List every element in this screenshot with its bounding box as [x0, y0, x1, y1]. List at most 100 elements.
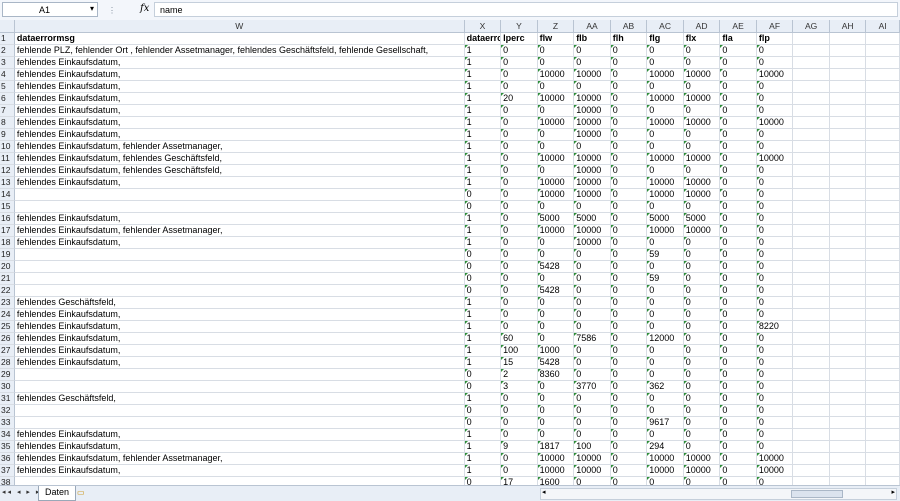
formula-bar-resize-handle[interactable]: ⋮ [108, 6, 117, 15]
table-cell[interactable] [793, 153, 830, 165]
column-header[interactable]: AC [647, 20, 684, 33]
table-cell[interactable]: 0 [720, 417, 757, 429]
table-cell[interactable]: 10000 [683, 453, 721, 465]
table-cell[interactable] [866, 141, 900, 153]
table-cell[interactable]: 0 [647, 321, 684, 333]
table-cell[interactable] [793, 81, 830, 93]
table-cell[interactable]: 0 [756, 261, 794, 273]
table-cell[interactable] [14, 405, 465, 417]
table-cell[interactable]: 10000 [537, 453, 575, 465]
scroll-right-icon[interactable]: ▸ [891, 488, 895, 496]
insert-function-button[interactable]: fx [140, 3, 149, 14]
table-cell[interactable] [866, 465, 900, 477]
table-cell[interactable]: 0 [720, 189, 757, 201]
table-cell[interactable]: 0 [610, 57, 648, 69]
row-header[interactable]: 12 [0, 165, 15, 177]
table-cell[interactable]: 0 [501, 417, 538, 429]
table-cell[interactable]: 1 [464, 357, 502, 369]
table-cell[interactable] [793, 249, 830, 261]
table-cell[interactable] [793, 57, 830, 69]
table-cell[interactable] [793, 417, 830, 429]
table-cell[interactable] [829, 153, 867, 165]
table-cell[interactable]: 0 [464, 369, 502, 381]
table-cell[interactable]: 0 [610, 141, 648, 153]
table-cell[interactable] [829, 105, 867, 117]
table-cell[interactable]: 0 [537, 105, 575, 117]
table-cell[interactable]: 10000 [537, 177, 575, 189]
row-header[interactable]: 27 [0, 345, 15, 357]
row-header[interactable]: 4 [0, 69, 15, 81]
table-cell[interactable]: 10000 [537, 189, 575, 201]
table-cell[interactable]: 0 [720, 297, 757, 309]
table-cell[interactable]: 0 [537, 381, 575, 393]
table-cell[interactable]: 0 [501, 69, 538, 81]
table-cell[interactable]: 0 [756, 81, 794, 93]
table-cell[interactable]: 0 [501, 105, 538, 117]
table-cell[interactable]: 10000 [683, 117, 721, 129]
table-cell[interactable]: 0 [610, 117, 648, 129]
table-cell[interactable]: 0 [647, 309, 684, 321]
table-cell[interactable]: 8220 [756, 321, 794, 333]
column-header[interactable]: W [14, 20, 465, 33]
table-cell[interactable] [793, 429, 830, 441]
table-cell[interactable]: fehlendes Einkaufsdatum, [14, 465, 465, 477]
table-cell[interactable]: fehlendes Einkaufsdatum, fehlender Asset… [14, 453, 465, 465]
table-cell[interactable]: 0 [610, 441, 648, 453]
table-cell[interactable]: 10000 [574, 189, 611, 201]
table-cell[interactable]: 294 [647, 441, 684, 453]
table-cell[interactable] [866, 93, 900, 105]
table-cell[interactable]: 0 [537, 417, 575, 429]
table-cell[interactable]: 0 [610, 225, 648, 237]
row-header[interactable]: 17 [0, 225, 15, 237]
table-cell[interactable] [866, 105, 900, 117]
table-cell[interactable]: 60 [501, 333, 538, 345]
table-cell[interactable]: 0 [683, 369, 721, 381]
table-cell[interactable] [866, 81, 900, 93]
table-cell[interactable] [866, 453, 900, 465]
table-cell[interactable]: fehlendes Einkaufsdatum, [14, 321, 465, 333]
table-cell[interactable]: 10000 [574, 225, 611, 237]
table-cell[interactable]: 0 [720, 345, 757, 357]
table-cell[interactable]: 10000 [683, 93, 721, 105]
table-cell[interactable]: 0 [683, 429, 721, 441]
row-header[interactable]: 1 [0, 33, 15, 45]
table-cell[interactable]: 0 [756, 237, 794, 249]
row-header[interactable]: 18 [0, 237, 15, 249]
table-cell[interactable]: 0 [647, 285, 684, 297]
table-cell[interactable]: 0 [501, 117, 538, 129]
table-cell[interactable]: 0 [610, 45, 648, 57]
table-cell[interactable]: 10000 [574, 237, 611, 249]
table-cell[interactable] [829, 465, 867, 477]
insert-sheet-icon[interactable]: ▭ [77, 488, 89, 498]
row-header[interactable]: 34 [0, 429, 15, 441]
table-cell[interactable] [793, 129, 830, 141]
table-cell[interactable] [793, 45, 830, 57]
table-cell[interactable]: 0 [756, 357, 794, 369]
table-cell[interactable] [793, 69, 830, 81]
table-cell[interactable]: 0 [501, 309, 538, 321]
table-cell[interactable]: 0 [537, 81, 575, 93]
column-header[interactable]: AF [756, 20, 794, 33]
table-cell[interactable]: 0 [720, 165, 757, 177]
table-cell[interactable] [866, 393, 900, 405]
table-cell[interactable]: fehlendes Einkaufsdatum, fehlendes Gesch… [14, 165, 465, 177]
table-cell[interactable] [866, 33, 900, 45]
table-cell[interactable] [866, 57, 900, 69]
table-cell[interactable]: 0 [683, 141, 721, 153]
table-cell[interactable]: 0 [574, 81, 611, 93]
table-cell[interactable] [866, 369, 900, 381]
table-cell[interactable]: 12000 [647, 333, 684, 345]
table-cell[interactable] [829, 393, 867, 405]
table-cell[interactable]: 10000 [574, 69, 611, 81]
table-cell[interactable] [866, 117, 900, 129]
table-cell[interactable] [829, 45, 867, 57]
table-cell[interactable] [793, 381, 830, 393]
table-cell[interactable]: 0 [574, 201, 611, 213]
row-header[interactable]: 28 [0, 357, 15, 369]
table-cell[interactable]: 10000 [574, 129, 611, 141]
table-cell[interactable]: 20 [501, 93, 538, 105]
table-cell[interactable]: 0 [610, 93, 648, 105]
horizontal-scrollbar[interactable]: ◂ ▸ [540, 488, 897, 500]
table-cell[interactable] [14, 201, 465, 213]
table-cell[interactable]: 10000 [537, 117, 575, 129]
